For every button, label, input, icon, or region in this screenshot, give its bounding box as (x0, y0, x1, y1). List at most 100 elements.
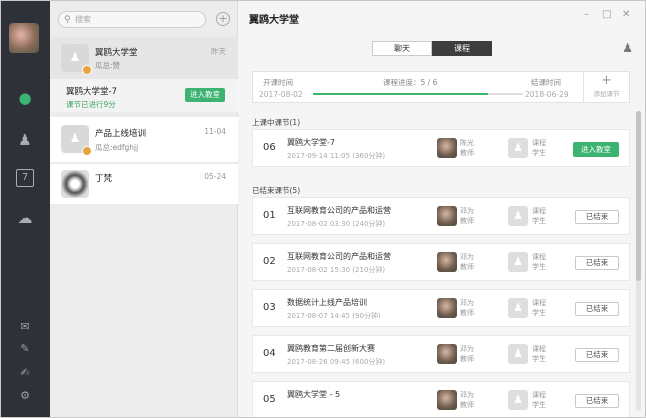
minimize-icon[interactable]: – (584, 9, 589, 20)
chat-icon[interactable]: ● (14, 87, 36, 109)
subclass-item[interactable]: 翼鸥大学堂-7 课节已进行9分 进入教室 (50, 79, 238, 112)
student-name: 课程 (532, 207, 546, 215)
lesson-card: 03 数据统计上线产品培训 2017-08-07 14:45 (90分钟) 邓为… (252, 289, 630, 327)
teacher-name: 邓为 (460, 253, 474, 261)
group-avatar: ♟ (61, 125, 92, 156)
teacher-name: 邓为 (460, 207, 474, 215)
student-role: 学生 (532, 401, 546, 409)
student-avatar: ♟ (508, 252, 528, 272)
settings-icon[interactable]: ⚙ (17, 388, 33, 404)
student-info: 课程 学生 (532, 298, 546, 318)
teacher-name: 邓为 (460, 299, 474, 307)
progress-fill (313, 93, 488, 95)
student-role: 学生 (532, 309, 546, 317)
lesson-card: 04 翼鸥教育第二届创新大赛 2017-08-26 09:45 (600分钟) … (252, 335, 630, 373)
teacher-info: 邓为 教师 (460, 344, 474, 364)
cloud-icon[interactable]: ☁ (14, 207, 36, 229)
lesson-number: 06 (263, 142, 276, 153)
progress-label: 课程进度：5 / 6 (383, 78, 438, 87)
mail-icon[interactable]: ✉ (17, 319, 33, 335)
teacher-info: 邓为 教师 (460, 390, 474, 410)
add-lesson-button[interactable]: + 添加课节 (583, 72, 629, 102)
student-name: 课程 (532, 139, 546, 147)
group-avatar: ♟ (61, 44, 92, 75)
student-name: 课程 (532, 299, 546, 307)
contacts-icon[interactable]: ♟ (14, 129, 36, 151)
finished-button[interactable]: 已结束 (575, 256, 619, 270)
lesson-name: 翼鸥大学堂 - 5 (287, 390, 341, 399)
enter-classroom-button[interactable]: 进入教室 (573, 142, 619, 157)
start-label: 开课时间 (263, 78, 293, 87)
badge-icon (82, 146, 92, 156)
finished-button[interactable]: 已结束 (575, 210, 619, 224)
teacher-name: 邓为 (460, 345, 474, 353)
scrollbar[interactable] (636, 111, 641, 411)
course-progress: 开课时间 2017-08-02 课程进度：5 / 6 结课时间 2018-06-… (252, 71, 630, 103)
maximize-icon[interactable]: □ (602, 9, 611, 20)
lesson-time: 2017-09-14 11:05 (360分钟) (287, 152, 386, 160)
student-name: 课程 (532, 253, 546, 261)
tab-bar: 聊天 课程 (372, 41, 492, 56)
conversation-time: 05-24 (204, 172, 226, 181)
conversation-time: 11-04 (204, 127, 226, 136)
add-icon[interactable]: + (216, 12, 230, 26)
badge-icon (82, 65, 92, 75)
lesson-name: 互联网教育公司的产品和运营 (287, 206, 391, 215)
student-avatar: ♟ (508, 390, 528, 410)
finished-button[interactable]: 已结束 (575, 302, 619, 316)
student-role: 学生 (532, 355, 546, 363)
lesson-card: 01 互联网教育公司的产品和运营 2017-08-02 03:30 (240分钟… (252, 197, 630, 235)
conversation-item[interactable]: 丁梵 05-24 (50, 164, 238, 204)
progress-bar (313, 93, 523, 95)
tab-chat[interactable]: 聊天 (372, 41, 432, 56)
close-icon[interactable]: ✕ (622, 9, 630, 20)
edit-icon[interactable]: ✎ (17, 341, 33, 357)
user-avatar[interactable] (9, 23, 39, 53)
teacher-role: 教师 (460, 263, 474, 271)
lesson-time: 2017-08-07 14:45 (90分钟) (287, 312, 381, 320)
subclass-status: 课节已进行9分 (66, 100, 116, 109)
student-info: 课程 学生 (532, 206, 546, 226)
student-avatar: ♟ (508, 138, 528, 158)
finished-button[interactable]: 已结束 (575, 348, 619, 362)
group-icon: ♟ (69, 50, 81, 64)
enter-classroom-button[interactable]: 进入教室 (185, 88, 225, 102)
end-label: 结课时间 (531, 78, 561, 87)
subclass-name: 翼鸥大学堂-7 (66, 87, 117, 97)
search-icon: ⚲ (64, 15, 71, 25)
ongoing-section-title: 上课中课节(1) (252, 118, 301, 127)
end-date: 2018-06-29 (525, 90, 569, 99)
lesson-name: 翼鸥教育第二届创新大赛 (287, 344, 375, 353)
lesson-time: 2017-08-26 09:45 (600分钟) (287, 358, 386, 366)
app-window: ● ♟ 7 ☁ ✉ ✎ ✍ ⚙ ⚲ 搜索 + ♟ 翼鸥大学堂 瓜总:赞 昨天 翼… (0, 0, 646, 418)
conversation-name: 丁梵 (95, 174, 113, 184)
tab-course[interactable]: 课程 (432, 41, 492, 56)
teacher-name: 邓为 (460, 391, 474, 399)
teacher-info: 邓为 教师 (460, 206, 474, 226)
feedback-icon[interactable]: ✍ (17, 365, 33, 381)
conversation-item[interactable]: ♟ 翼鸥大学堂 瓜总:赞 昨天 (50, 37, 238, 79)
teacher-role: 教师 (460, 401, 474, 409)
teacher-info: 邓为 教师 (460, 252, 474, 272)
conversation-item[interactable]: ♟ 产品上线培训 瓜总:edfghjj 11-04 (50, 117, 238, 162)
teacher-info: 邓为 教师 (460, 298, 474, 318)
add-lesson-label: 添加课节 (593, 90, 620, 98)
group-icon: ♟ (69, 131, 81, 145)
lesson-time: 2017-08-02 03:30 (240分钟) (287, 220, 386, 228)
calendar-icon[interactable]: 7 (16, 169, 34, 187)
scrollbar-thumb[interactable] (636, 111, 641, 281)
search-placeholder: 搜索 (75, 15, 91, 24)
lesson-time: 2017-08-02 15:30 (210分钟) (287, 266, 386, 274)
student-info: 课程 学生 (532, 138, 546, 158)
main-panel: 翼鸥大学堂 – □ ✕ 聊天 课程 ♟ 开课时间 2017-08-02 课程进度… (238, 1, 645, 417)
member-icon[interactable]: ♟ (622, 41, 633, 55)
teacher-name: 陈光 (460, 139, 474, 147)
student-avatar: ♟ (508, 298, 528, 318)
lesson-number: 04 (263, 348, 276, 359)
teacher-role: 教师 (460, 355, 474, 363)
finished-button[interactable]: 已结束 (575, 394, 619, 408)
conversation-list: ⚲ 搜索 + ♟ 翼鸥大学堂 瓜总:赞 昨天 翼鸥大学堂-7 课节已进行9分 进… (50, 1, 238, 417)
contact-avatar (61, 170, 89, 198)
search-input[interactable]: ⚲ 搜索 (58, 11, 206, 28)
lesson-card: 02 互联网教育公司的产品和运营 2017-08-02 15:30 (210分钟… (252, 243, 630, 281)
